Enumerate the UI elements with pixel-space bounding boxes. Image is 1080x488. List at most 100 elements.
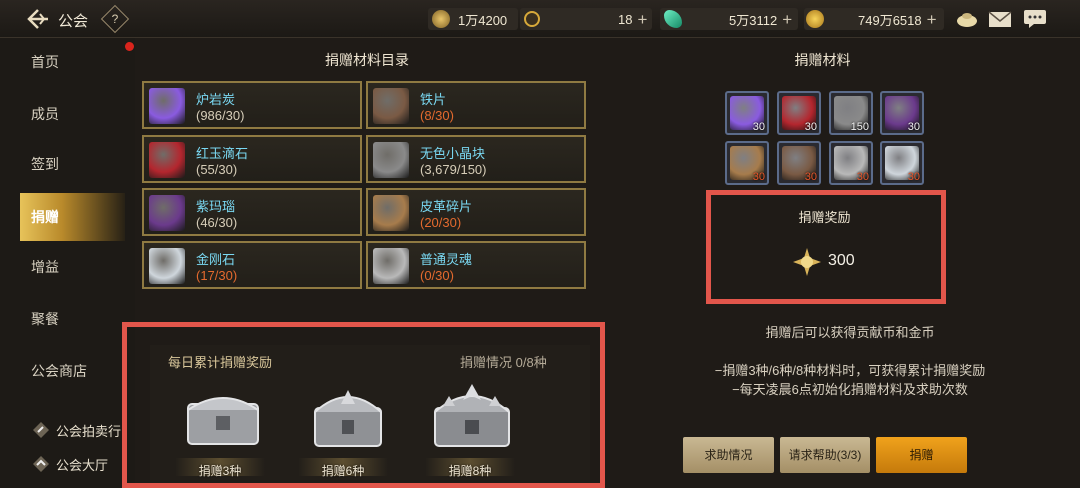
sidebar-item-donate[interactable]: 捐赠 <box>20 193 125 241</box>
help-status-button[interactable]: 求助情况 <box>683 437 774 473</box>
slot-quantity: 30 <box>804 171 817 183</box>
slot-quantity: 150 <box>850 121 869 133</box>
material-cell[interactable]: 炉岩炭 (986/30) <box>142 81 362 129</box>
add-gold-button[interactable]: + <box>927 11 937 28</box>
material-cell[interactable]: 金刚石 (17/30) <box>142 241 362 289</box>
material-name: 皮革碎片 <box>420 199 473 214</box>
chest-3-icon[interactable] <box>178 382 268 452</box>
resource-gold-value: 749万6518 + <box>858 7 937 31</box>
piggy-bank-icon[interactable] <box>955 9 979 29</box>
chest-8-icon[interactable] <box>427 382 517 452</box>
material-cell[interactable]: 无色小晶块 (3,679/150) <box>366 135 586 183</box>
sidebar-item-dinner[interactable]: 聚餐 <box>20 295 125 343</box>
chat-icon[interactable] <box>1023 9 1047 29</box>
mail-icon[interactable] <box>988 9 1012 29</box>
reward-amount: 300 <box>828 252 855 269</box>
sidebar-item-auction[interactable]: 公会拍卖行 <box>32 418 132 442</box>
slot-quantity: 30 <box>907 121 920 133</box>
slot-quantity: 30 <box>856 171 869 183</box>
material-cell[interactable]: 皮革碎片 (20/30) <box>366 188 586 236</box>
donation-title: 捐赠材料 <box>794 52 851 68</box>
donation-slot[interactable]: 30 <box>777 91 821 135</box>
material-name: 紫玛瑙 <box>196 199 236 214</box>
donation-slot[interactable]: 30 <box>725 91 769 135</box>
material-name: 炉岩炭 <box>196 92 236 107</box>
purple-agate-icon <box>149 195 185 231</box>
material-name: 铁片 <box>420 92 447 107</box>
donation-status-count: 0/8种 <box>515 355 547 370</box>
add-green-gem-button[interactable]: + <box>782 11 792 28</box>
slot-quantity: 30 <box>752 171 765 183</box>
donation-info: 捐赠后可以获得贡献币和金币 <box>765 325 935 340</box>
soul-orb-icon <box>373 248 409 284</box>
add-c-currency-button[interactable]: + <box>637 11 647 28</box>
material-cell[interactable]: 紫玛瑙 (46/30) <box>142 188 362 236</box>
sidebar-item-guild-hall[interactable]: 公会大厅 <box>32 452 132 476</box>
material-cell[interactable]: 普通灵魂 (0/30) <box>366 241 586 289</box>
reward-title: 捐赠奖励 <box>798 210 851 225</box>
green-gem-icon <box>664 10 682 28</box>
resource-gold <box>806 7 824 31</box>
donation-slot[interactable]: 30 <box>777 141 821 185</box>
material-name: 红玉滴石 <box>196 146 249 161</box>
material-count: (55/30) <box>196 162 238 177</box>
auction-hammer-icon <box>32 421 50 439</box>
donation-status: 捐赠情况 0/8种 <box>460 352 547 371</box>
iron-plate-icon <box>373 88 409 124</box>
chest-6-label: 捐赠6种 <box>321 464 365 478</box>
chest-3-label: 捐赠3种 <box>198 464 242 478</box>
slot-quantity: 30 <box>907 171 920 183</box>
resource-value: 1万4200 <box>458 12 508 28</box>
guild-hall-icon <box>32 455 50 473</box>
red-gem-icon <box>149 142 185 178</box>
sidebar-item-members[interactable]: 成员 <box>20 90 125 138</box>
back-arrow-icon[interactable] <box>26 8 50 30</box>
donation-slot[interactable]: 30 <box>880 91 924 135</box>
donate-button[interactable]: 捐赠 <box>876 437 967 473</box>
slot-quantity: 30 <box>752 121 765 133</box>
contribution-coin-icon <box>792 247 822 277</box>
sidebar-item-guild-shop[interactable]: 公会商店 <box>20 347 125 395</box>
sidebar-item-checkin[interactable]: 签到 <box>20 140 125 188</box>
donation-note-1: −捐赠3种/6种/8种材料时，可获得累计捐赠奖励 <box>714 363 986 378</box>
help-question-icon: ? <box>111 12 119 26</box>
purple-orb-icon <box>149 88 185 124</box>
material-cell[interactable]: 红玉滴石 (55/30) <box>142 135 362 183</box>
donation-slot[interactable]: 150 <box>829 91 873 135</box>
material-count: (0/30) <box>420 268 454 283</box>
material-count: (8/30) <box>420 108 454 123</box>
material-count: (17/30) <box>196 268 238 283</box>
sidebar-item-buffs[interactable]: 增益 <box>20 243 125 291</box>
chest-8-label: 捐赠8种 <box>448 464 492 478</box>
resource-value: 5万3112 <box>729 12 778 28</box>
resource-green-gem-value: 5万3112 + <box>729 7 792 31</box>
clear-crystal-icon <box>373 142 409 178</box>
notification-dot <box>125 42 134 51</box>
chest-6-icon[interactable] <box>303 382 393 452</box>
donation-slot[interactable]: 30 <box>829 141 873 185</box>
material-cell[interactable]: 铁片 (8/30) <box>366 81 586 129</box>
donation-status-label: 捐赠情况 <box>460 355 513 370</box>
material-count: (986/30) <box>196 108 245 123</box>
donation-slot[interactable]: 30 <box>880 141 924 185</box>
resource-value: 749万6518 <box>858 12 922 28</box>
material-name: 无色小晶块 <box>420 146 486 161</box>
help-button[interactable]: ? <box>100 4 130 34</box>
daily-reward-title: 每日累计捐赠奖励 <box>168 355 273 370</box>
donation-slot[interactable]: 30 <box>725 141 769 185</box>
contribution-coin-icon <box>432 10 450 28</box>
catalog-title: 捐赠材料目录 <box>325 52 409 68</box>
donation-note-2: −每天凌晨6点初始化捐赠材料及求助次数 <box>732 382 968 397</box>
diamond-icon <box>149 248 185 284</box>
material-name: 金刚石 <box>196 252 236 267</box>
sidebar-item-home[interactable]: 首页 <box>20 38 125 86</box>
slot-quantity: 30 <box>804 121 817 133</box>
resource-green-gem <box>664 7 682 31</box>
top-bar: 公会 ? 1万4200 18 + 5万3112 + 749万6518 + <box>0 0 1080 38</box>
gold-coin-icon <box>806 10 824 28</box>
sidebar-sub-label: 公会大厅 <box>56 457 109 473</box>
request-help-button[interactable]: 请求帮助(3/3) <box>780 437 870 473</box>
resource-c-currency <box>524 7 540 31</box>
sidebar-sub-label: 公会拍卖行 <box>56 423 122 439</box>
resource-value: 18 <box>618 11 633 27</box>
